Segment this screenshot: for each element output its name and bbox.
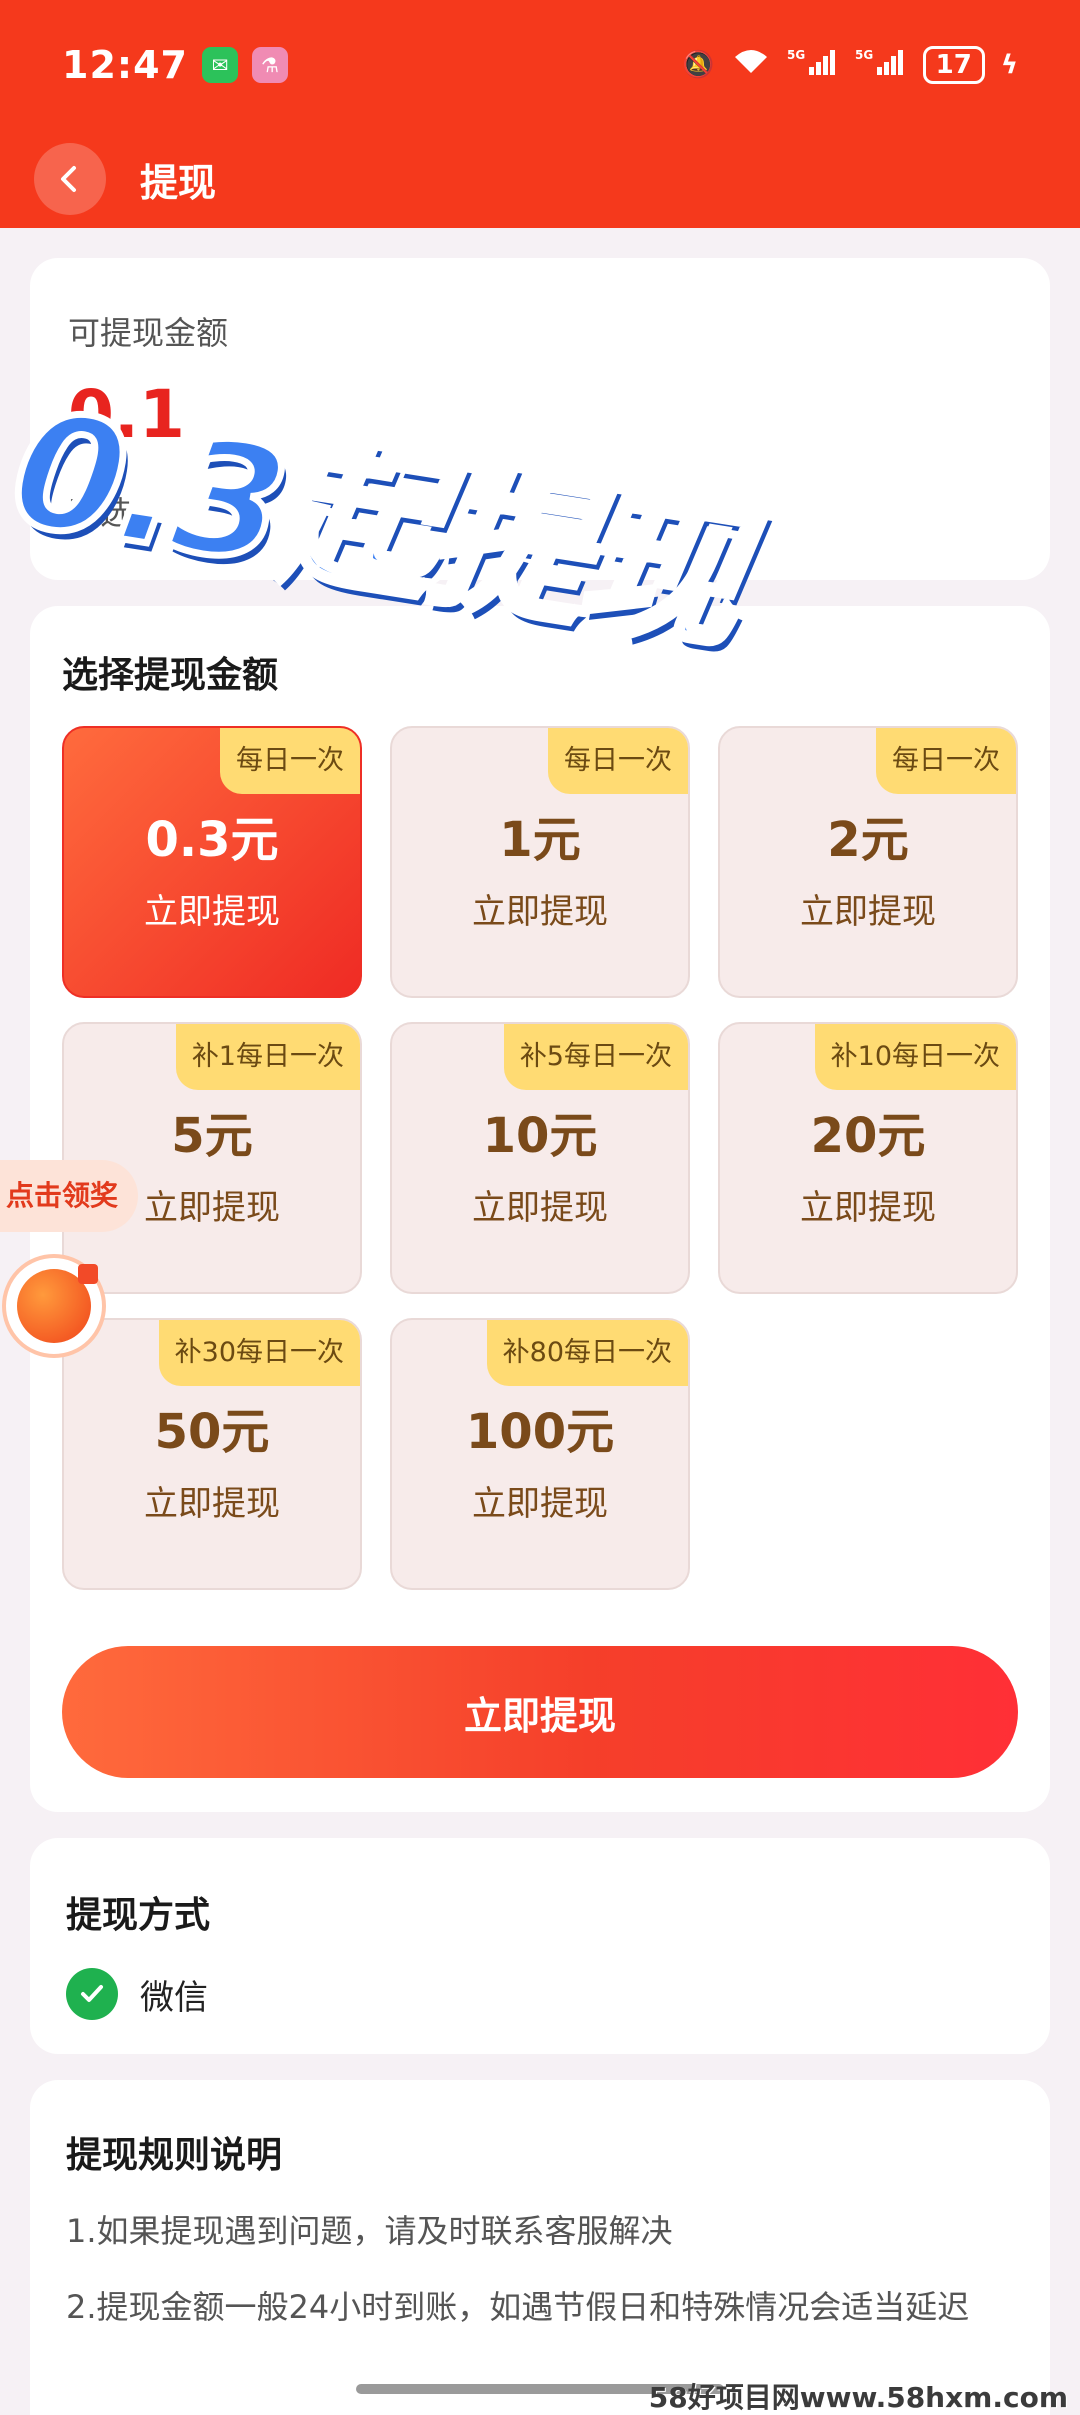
method-title: 提现方式 <box>66 1895 211 1936</box>
svg-text:5G: 5G <box>855 48 873 62</box>
status-bar: 12:47 ✉ ⚗ 🔕 5G 5G 17 ϟ <box>0 0 1080 130</box>
option-amount: 50元 <box>154 1404 270 1460</box>
option-badge: 补80每日一次 <box>486 1320 688 1386</box>
amount-option[interactable]: 补1每日一次 5元 立即提现 <box>62 1022 362 1294</box>
claim-reward-tag[interactable]: 点击领奖 <box>0 1160 139 1232</box>
option-badge: 补5每日一次 <box>503 1024 688 1090</box>
balance-label: 可提现金额 <box>68 314 229 352</box>
option-badge: 补10每日一次 <box>814 1024 1016 1090</box>
amount-option[interactable]: 补30每日一次 50元 立即提现 <box>62 1318 362 1590</box>
option-amount: 100元 <box>465 1404 615 1460</box>
rules-title: 提现规则说明 <box>66 2135 283 2176</box>
wechat-icon: ✉ <box>201 47 238 83</box>
reward-ball-icon[interactable] <box>2 1254 106 1358</box>
amount-selection-card: 选择提现金额 每日一次 0.3元 立即提现 每日一次 1元 立即提现 每日一次 … <box>30 606 1050 1812</box>
amount-option[interactable]: 每日一次 1元 立即提现 <box>390 726 690 998</box>
option-badge: 补30每日一次 <box>158 1320 360 1386</box>
option-amount: 2元 <box>827 812 909 868</box>
5g-signal-icon: 5G <box>855 47 907 84</box>
option-amount: 5元 <box>171 1108 253 1164</box>
section-title: 选择提现金额 <box>62 655 279 696</box>
option-amount: 1元 <box>499 812 581 868</box>
amount-option[interactable]: 每日一次 0.3元 立即提现 <box>62 726 362 998</box>
amount-option[interactable]: 补80每日一次 100元 立即提现 <box>390 1318 690 1590</box>
app-icon: ⚗ <box>251 47 288 83</box>
option-action: 立即提现 <box>472 892 608 932</box>
rules-card: 提现规则说明 1.如果提现遇到问题，请及时联系客服解决 2.提现金额一般24小时… <box>30 2080 1050 2415</box>
amount-option[interactable]: 补5每日一次 10元 立即提现 <box>390 1022 690 1294</box>
charging-icon: ϟ <box>1000 50 1018 80</box>
option-badge: 补1每日一次 <box>175 1024 360 1090</box>
option-amount: 20元 <box>810 1108 926 1164</box>
5g-signal-icon: 5G <box>787 47 839 84</box>
option-amount: 0.3元 <box>145 812 279 868</box>
method-label: 微信 <box>140 1977 208 2018</box>
wechat-method-option[interactable]: 微信 <box>66 1968 208 2020</box>
balance-sub-label: 已选 <box>68 494 133 532</box>
option-action: 立即提现 <box>144 1484 280 1524</box>
option-badge: 每日一次 <box>548 728 688 794</box>
amount-option[interactable]: 补10每日一次 20元 立即提现 <box>718 1022 1018 1294</box>
option-action: 立即提现 <box>144 892 280 932</box>
option-amount: 10元 <box>482 1108 598 1164</box>
balance-amount: 0.1 <box>68 376 185 453</box>
back-button[interactable] <box>34 143 106 215</box>
lock-icon <box>78 1264 98 1284</box>
watermark: 58好项目网www.58hxm.com <box>648 2381 1068 2414</box>
option-badge: 每日一次 <box>220 728 360 794</box>
svg-text:5G: 5G <box>787 48 805 62</box>
withdraw-method-card: 提现方式 微信 <box>30 1838 1050 2054</box>
option-action: 立即提现 <box>472 1188 608 1228</box>
check-icon <box>66 1968 118 2020</box>
option-action: 立即提现 <box>472 1484 608 1524</box>
rule-item: 2.提现金额一般24小时到账，如遇节假日和特殊情况会适当延迟 <box>66 2288 970 2326</box>
status-time: 12:47 <box>62 43 188 87</box>
withdraw-button[interactable]: 立即提现 <box>62 1646 1018 1778</box>
option-action: 立即提现 <box>800 892 936 932</box>
header: 提现 <box>0 130 1080 228</box>
rule-item: 1.如果提现遇到问题，请及时联系客服解决 <box>66 2212 673 2250</box>
option-badge: 每日一次 <box>876 728 1016 794</box>
top-bar: 12:47 ✉ ⚗ 🔕 5G 5G 17 ϟ 提现 <box>0 0 1080 228</box>
balance-card: 可提现金额 0.1 已选 <box>30 258 1050 580</box>
option-action: 立即提现 <box>800 1188 936 1228</box>
page-title: 提现 <box>140 160 217 205</box>
mute-icon: 🔕 <box>682 50 715 80</box>
amount-option[interactable]: 每日一次 2元 立即提现 <box>718 726 1018 998</box>
status-indicators: 🔕 5G 5G 17 ϟ <box>682 46 1018 84</box>
chevron-left-icon <box>61 166 76 192</box>
wifi-icon <box>731 47 771 84</box>
battery-indicator: 17 <box>922 46 985 84</box>
